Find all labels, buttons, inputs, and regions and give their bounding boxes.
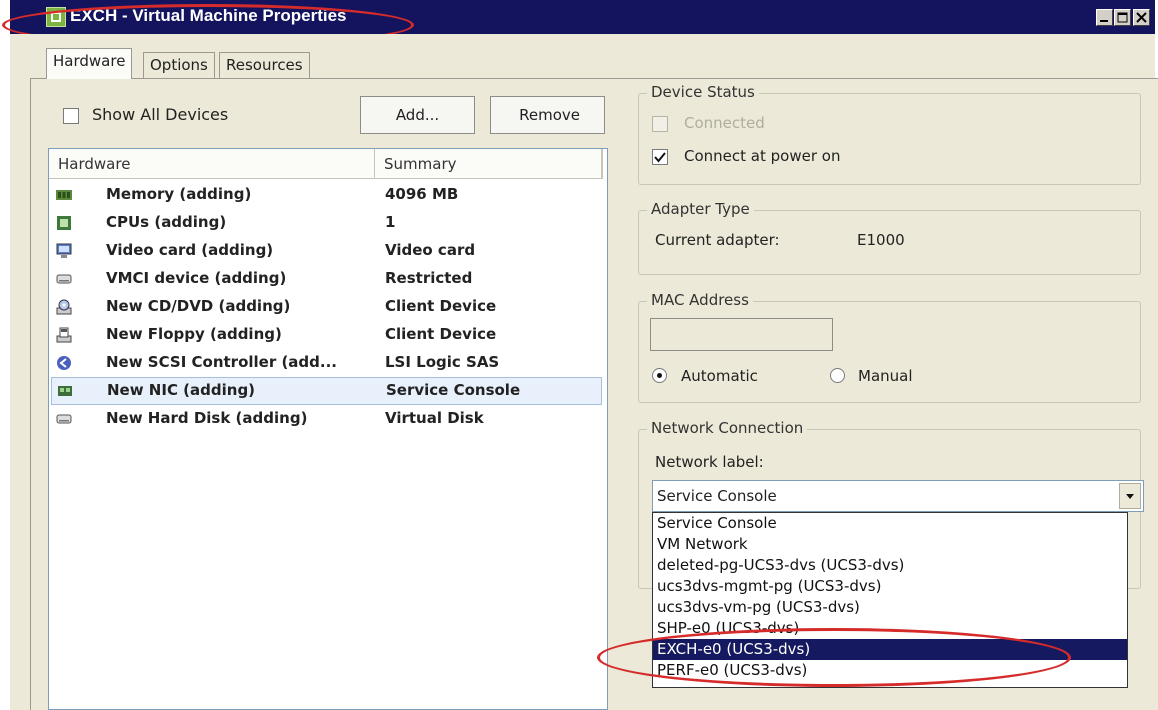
network-label-dropdown-list[interactable]: Service Console VM Network deleted-pg-UC… [652, 512, 1128, 688]
hardware-row-vmci-device[interactable]: VMCI device (adding) Restricted [49, 265, 604, 293]
hardware-row-nic[interactable]: New NIC (adding) Service Console [51, 377, 602, 405]
manual-label: Manual [858, 367, 913, 385]
hardware-name: CPUs (adding) [106, 213, 227, 231]
adapter-type-legend: Adapter Type [647, 200, 754, 218]
network-label-selected-value: Service Console [657, 487, 777, 505]
mac-address-group: MAC Address [638, 291, 1141, 403]
tab-options[interactable]: Options [143, 52, 215, 78]
hardware-row-cpus[interactable]: CPUs (adding) 1 [49, 209, 604, 237]
close-icon [1136, 12, 1147, 23]
hardware-row-video-card[interactable]: Video card (adding) Video card [49, 237, 604, 265]
maximize-button[interactable] [1114, 9, 1131, 26]
network-option[interactable]: ucs3dvs-vm-pg (UCS3-dvs) [653, 597, 1127, 618]
manual-radio[interactable] [830, 368, 845, 383]
tab-resources[interactable]: Resources [219, 52, 310, 78]
device-status-group: Device Status [638, 83, 1141, 185]
device-status-legend: Device Status [647, 83, 759, 101]
network-option[interactable]: VM Network [653, 534, 1127, 555]
remove-button[interactable]: Remove [490, 96, 605, 134]
window-title: EXCH - Virtual Machine Properties [70, 6, 347, 25]
current-adapter-label: Current adapter: [655, 231, 780, 249]
show-all-devices-label: Show All Devices [92, 105, 229, 124]
nic-icon [58, 386, 72, 396]
hardware-row-memory[interactable]: Memory (adding) 4096 MB [49, 181, 604, 209]
network-label-select[interactable]: Service Console [652, 480, 1144, 512]
network-connection-legend: Network Connection [647, 419, 808, 437]
add-button[interactable]: Add... [360, 96, 475, 134]
network-option-highlighted[interactable]: EXCH-e0 (UCS3-dvs) [653, 639, 1127, 660]
hardware-name: New NIC (adding) [107, 381, 256, 399]
vmci-device-icon [56, 274, 72, 284]
close-button[interactable] [1133, 9, 1150, 26]
title-bar[interactable]: EXCH - Virtual Machine Properties [10, 0, 1155, 34]
column-header-hardware[interactable]: Hardware [49, 149, 375, 179]
hardware-name: New Floppy (adding) [106, 325, 282, 343]
hardware-name: New Hard Disk (adding) [106, 409, 308, 427]
hardware-summary: 4096 MB [385, 185, 459, 203]
hardware-summary: 1 [385, 213, 396, 231]
hardware-summary: Video card [385, 241, 476, 259]
column-header-summary[interactable]: Summary [375, 149, 603, 179]
hardware-summary: Service Console [386, 381, 521, 399]
hardware-name: VMCI device (adding) [106, 269, 287, 287]
video-card-icon [56, 243, 72, 258]
network-option[interactable]: PERF-e0 (UCS3-dvs) [653, 660, 1127, 681]
hardware-summary: Client Device [385, 325, 497, 343]
connected-checkbox[interactable] [652, 116, 668, 132]
minimize-icon [1100, 20, 1108, 22]
hardware-summary: Restricted [385, 269, 473, 287]
network-option[interactable]: ucs3dvs-mgmt-pg (UCS3-dvs) [653, 576, 1127, 597]
hardware-row-scsi-controller[interactable]: New SCSI Controller (add... LSI Logic SA… [49, 349, 604, 377]
hardware-name: New CD/DVD (adding) [106, 297, 291, 315]
hardware-row-cd-dvd[interactable]: New CD/DVD (adding) Client Device [49, 293, 604, 321]
hardware-summary: Virtual Disk [385, 409, 484, 427]
mac-address-legend: MAC Address [647, 291, 753, 309]
hardware-list[interactable]: Hardware Summary Memory (adding) 4096 MB… [48, 148, 608, 710]
hardware-row-hard-disk[interactable]: New Hard Disk (adding) Virtual Disk [49, 405, 604, 433]
checkmark-icon [654, 152, 666, 163]
automatic-label: Automatic [681, 367, 758, 385]
memory-icon [56, 190, 72, 200]
network-label-caption: Network label: [655, 453, 764, 471]
connect-at-power-on-label: Connect at power on [684, 147, 841, 165]
network-option[interactable]: SHP-e0 (UCS3-dvs) [653, 618, 1127, 639]
network-option[interactable]: deleted-pg-UCS3-dvs (UCS3-dvs) [653, 555, 1127, 576]
hardware-summary: LSI Logic SAS [385, 353, 500, 371]
hardware-name: Memory (adding) [106, 185, 252, 203]
tab-hardware[interactable]: Hardware [46, 48, 133, 79]
mac-address-field[interactable] [650, 318, 833, 351]
hardware-name: Video card (adding) [106, 241, 274, 259]
automatic-radio[interactable] [652, 368, 667, 383]
cd-dvd-icon [56, 299, 72, 315]
maximize-icon [1117, 12, 1128, 23]
dropdown-arrow-button[interactable] [1119, 483, 1141, 509]
connected-label: Connected [684, 114, 765, 132]
minimize-button[interactable] [1096, 9, 1113, 26]
hard-disk-icon [56, 414, 72, 424]
show-all-devices-checkbox[interactable] [63, 108, 79, 124]
vm-icon [46, 7, 66, 27]
network-option[interactable]: Service Console [653, 513, 1127, 534]
cpu-icon [57, 216, 71, 230]
connect-at-power-on-checkbox[interactable] [652, 149, 668, 165]
floppy-icon [56, 327, 72, 343]
scsi-controller-icon [57, 356, 71, 370]
chevron-down-icon [1126, 494, 1134, 499]
current-adapter-value: E1000 [857, 231, 905, 249]
hardware-name: New SCSI Controller (add... [106, 353, 337, 371]
hardware-row-floppy[interactable]: New Floppy (adding) Client Device [49, 321, 604, 349]
hardware-summary: Client Device [385, 297, 497, 315]
